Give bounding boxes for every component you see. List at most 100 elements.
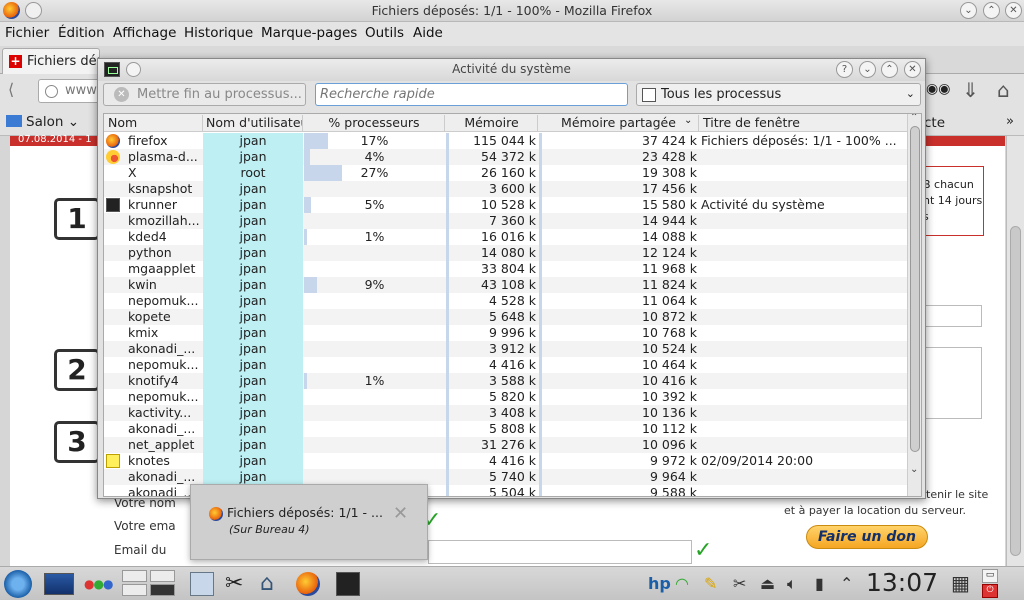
table-row[interactable]: net_applet jpan 31 276 k 10 096 k (104, 437, 907, 453)
notes-icon[interactable]: ✎ (704, 574, 717, 593)
table-row[interactable]: firefox jpan 17% 115 044 k 37 424 k Fichiers … (104, 133, 907, 149)
table-scrollbar[interactable]: ⌃ ⌄ (907, 114, 921, 496)
network-icon[interactable]: ⌂ (260, 572, 284, 596)
clipboard-scissors-icon[interactable]: ✂ (733, 574, 746, 593)
menu-fichier[interactable]: Fichier (5, 25, 49, 41)
activities-icon[interactable]: ●●● (84, 570, 114, 598)
menu-historique[interactable]: Historique (184, 25, 253, 41)
shared-memory-value: 14 944 k (642, 213, 697, 228)
table-row[interactable]: akonadi_... jpan 5 740 k 9 964 k (104, 469, 907, 485)
scroll-up-icon[interactable]: ⌃ (910, 114, 918, 123)
usb-icon[interactable]: ⏏ (760, 574, 775, 593)
file-manager-icon[interactable] (190, 572, 214, 596)
show-desktop-icon[interactable] (44, 573, 74, 595)
menu-marque-pages[interactable]: Marque-pages (261, 25, 357, 41)
wifi-icon[interactable]: ◠ (675, 574, 689, 593)
column-header-window-title[interactable]: Titre de fenêtre (703, 115, 800, 130)
minimize-icon[interactable]: ⌄ (960, 2, 977, 19)
table-row[interactable]: kwin jpan 9% 43 108 k 11 824 k (104, 277, 907, 293)
table-row[interactable]: kmix jpan 9 996 k 10 768 k (104, 325, 907, 341)
scrollbar-thumb[interactable] (910, 126, 920, 452)
desktop-1[interactable] (122, 570, 147, 582)
page-scrollbar[interactable] (1006, 136, 1024, 566)
help-icon[interactable]: ? (836, 61, 853, 78)
table-row[interactable]: knotify4 jpan 1% 3 588 k 10 416 k (104, 373, 907, 389)
maximize-icon[interactable]: ⌃ (983, 2, 1000, 19)
binoculars-icon[interactable]: ◉◉ (926, 81, 950, 97)
donate-button[interactable]: Faire un don (806, 525, 928, 549)
email-field[interactable] (428, 540, 692, 564)
column-header-cpu[interactable]: % processeurs (304, 115, 445, 131)
table-row[interactable]: akonadi_... jpan 3 912 k 10 524 k (104, 341, 907, 357)
process-filter-select[interactable]: Tous les processus ⌄ (636, 83, 921, 106)
power-icon[interactable]: ⏻ (982, 584, 998, 598)
table-row[interactable]: plasma-d... jpan 4% 54 372 k 23 428 k (104, 149, 907, 165)
process-cpu (304, 469, 445, 485)
shared-memory-value: 37 424 k (642, 133, 697, 148)
hp-icon[interactable]: hp (648, 574, 671, 593)
table-row[interactable]: kmozillah... jpan 7 360 k 14 944 k (104, 213, 907, 229)
menu-affichage[interactable]: Affichage (113, 25, 176, 41)
process-shared-memory: 15 580 k (539, 197, 699, 213)
desktop-3[interactable] (122, 584, 147, 596)
process-name: akonadi_... (128, 341, 196, 356)
table-row[interactable]: nepomuk... jpan 4 528 k 11 064 k (104, 293, 907, 309)
url-bar[interactable]: www. (38, 79, 100, 103)
table-row[interactable]: knotes jpan 4 416 k 9 972 k 02/09/2014 20:00 (104, 453, 907, 469)
tab-fichiers-deposes[interactable]: + Fichiers dépos (2, 48, 100, 74)
table-row[interactable]: python jpan 14 080 k 12 124 k (104, 245, 907, 261)
desktop-2[interactable] (150, 570, 175, 582)
table-row[interactable]: ksnapshot jpan 3 600 k 17 456 k (104, 181, 907, 197)
desktop-4[interactable] (150, 584, 175, 596)
table-row[interactable]: Xroot 27% 26 160 k 19 308 k (104, 165, 907, 181)
tray-expand-icon[interactable]: ⌃ (840, 574, 853, 593)
shared-memory-bar (539, 341, 542, 357)
table-row[interactable]: kopete jpan 5 648 k 10 872 k (104, 309, 907, 325)
application-launcher-icon[interactable] (4, 570, 32, 598)
bookmark-folder-salon[interactable]: Salon ⌄ (6, 114, 79, 130)
clock[interactable]: 13:07 (866, 568, 938, 597)
table-row[interactable]: mgaapplet jpan 33 804 k 11 968 k (104, 261, 907, 277)
close-icon[interactable]: ✕ (393, 503, 408, 524)
process-memory: 5 648 k (446, 309, 538, 325)
lock-icon[interactable]: ▭ (982, 569, 998, 583)
table-row[interactable]: akonadi_... jpan 5 808 k 10 112 k (104, 421, 907, 437)
menu-outils[interactable]: Outils (365, 25, 404, 41)
menu-edition[interactable]: Édition (58, 25, 105, 41)
process-name: kmozillah... (128, 213, 200, 228)
shared-memory-bar (539, 453, 542, 469)
menu-aide[interactable]: Aide (413, 25, 443, 41)
tools-icon[interactable]: ✂ (225, 572, 249, 596)
table-row[interactable]: nepomuk... jpan 4 416 k 10 464 k (104, 357, 907, 373)
battery-icon[interactable]: ▮ (815, 574, 824, 593)
column-header-shared-memory[interactable]: Mémoire partagée (539, 115, 699, 131)
column-header-name[interactable]: Nom (108, 115, 203, 131)
calculator-icon[interactable]: ▦ (951, 571, 970, 595)
table-row[interactable]: krunner jpan 5% 10 528 k 15 580 k Activité du… (104, 197, 907, 213)
table-row[interactable]: kded4 jpan 1% 16 016 k 14 088 k (104, 229, 907, 245)
volume-icon[interactable]: 🔈︎ (787, 574, 797, 594)
table-row[interactable]: kactivity... jpan 3 408 k 10 136 k (104, 405, 907, 421)
quick-search-input[interactable] (315, 83, 628, 106)
table-row[interactable]: nepomuk... jpan 5 820 k 10 392 k (104, 389, 907, 405)
chevron-right-icon[interactable]: » (1006, 114, 1014, 129)
virtual-desktop-pager[interactable] (122, 570, 176, 598)
back-arrow-icon[interactable]: ⟨ (8, 80, 14, 99)
home-icon[interactable]: ⌂ (997, 78, 1010, 102)
minimize-icon[interactable]: ⌄ (859, 61, 876, 78)
system-activity-task-icon[interactable] (336, 572, 360, 596)
close-icon[interactable]: ✕ (1005, 2, 1022, 19)
scroll-down-icon[interactable]: ⌄ (910, 464, 918, 475)
task-notification[interactable]: Fichiers déposés: 1/1 - ... (Sur Bureau … (190, 484, 428, 560)
firefox-task-icon[interactable] (296, 572, 320, 596)
scrollbar-thumb[interactable] (1010, 226, 1021, 556)
bookmark-fragment[interactable]: cte (924, 115, 945, 131)
close-icon[interactable]: ✕ (904, 61, 921, 78)
download-icon[interactable]: ⇓ (962, 78, 979, 102)
maximize-icon[interactable]: ⌃ (881, 61, 898, 78)
column-header-memory[interactable]: Mémoire (446, 115, 538, 131)
kill-process-button[interactable]: ✕ Mettre fin au processus... (103, 83, 306, 106)
form-textarea[interactable] (924, 347, 982, 419)
column-header-user[interactable]: Nom d'utilisateur (206, 115, 303, 131)
form-input[interactable] (924, 305, 982, 327)
